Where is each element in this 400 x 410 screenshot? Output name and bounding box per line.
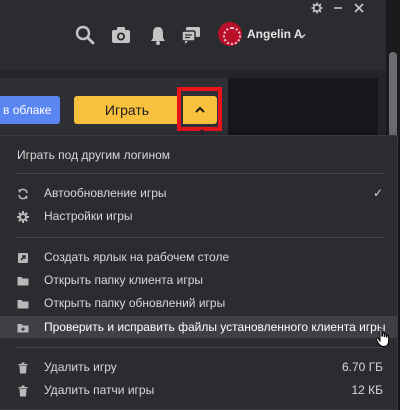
folder-icon <box>17 297 29 309</box>
trash-icon <box>17 361 29 374</box>
play-button[interactable]: Играть <box>74 96 180 124</box>
camera-icon[interactable] <box>110 24 132 46</box>
trash-icon <box>17 384 29 397</box>
menu-item-delete-patches[interactable]: Удалить патчи игры 12 КБ <box>0 379 397 401</box>
chat-icon[interactable] <box>180 24 202 46</box>
menu-item-label: Играть под другим логином <box>17 148 171 162</box>
menu-item-delete-game[interactable]: Удалить игру 6.70 ГБ <box>0 356 397 378</box>
menu-item-label: Настройки игры <box>44 209 133 223</box>
menu-item-label: Удалить игру <box>44 360 117 374</box>
menu-divider <box>15 173 383 174</box>
folder-icon <box>17 274 29 286</box>
menu-divider <box>15 347 383 348</box>
game-options-menu: Играть под другим логином Автообновление… <box>0 135 398 410</box>
window-settings-gear-icon[interactable] <box>310 2 324 16</box>
menu-item-label: Проверить и исправить файлы установленно… <box>44 320 386 334</box>
menu-item-create-shortcut[interactable]: Создать ярлык на рабочем столе <box>0 246 397 268</box>
menu-item-label: Открыть папку клиента игры <box>44 273 203 287</box>
game-size-value: 6.70 ГБ <box>341 360 383 374</box>
menu-item-play-other-login[interactable]: Играть под другим логином <box>0 144 397 166</box>
folder-check-icon <box>17 321 29 333</box>
hand-cursor-icon <box>375 328 391 348</box>
menu-item-open-client-folder[interactable]: Открыть папку клиента игры <box>0 269 397 291</box>
menu-divider <box>15 237 383 238</box>
checkmark-icon: ✓ <box>372 186 383 200</box>
menu-item-verify-files[interactable]: Проверить и исправить файлы установленно… <box>0 316 397 338</box>
scrollbar-thumb[interactable] <box>389 52 397 142</box>
menu-item-label: Автообновление игры <box>44 186 167 200</box>
shortcut-icon <box>17 251 29 263</box>
menu-item-label: Создать ярлык на рабочем столе <box>44 250 230 264</box>
menu-item-game-settings[interactable]: Настройки игры <box>0 205 397 227</box>
bell-icon[interactable] <box>147 24 169 46</box>
menu-item-auto-update[interactable]: Автообновление игры ✓ <box>0 182 397 204</box>
menu-item-label: Открыть папку обновлений игры <box>44 296 226 310</box>
search-icon[interactable] <box>74 24 96 46</box>
user-name[interactable]: Angelin A <box>247 27 303 41</box>
highlight-annotation <box>177 87 222 131</box>
window-minimize-icon[interactable] <box>331 0 345 14</box>
refresh-icon <box>17 187 29 200</box>
game-artwork <box>228 78 378 138</box>
cloud-play-button[interactable]: в облаке <box>0 96 60 124</box>
avatar[interactable] <box>218 22 242 46</box>
chevron-down-icon[interactable] <box>297 28 307 39</box>
patches-size-value: 12 КБ <box>351 383 383 397</box>
window-close-icon[interactable] <box>352 2 366 16</box>
menu-item-label: Удалить патчи игры <box>44 383 155 397</box>
menu-item-open-updates-folder[interactable]: Открыть папку обновлений игры <box>0 292 397 314</box>
gear-icon <box>17 210 29 223</box>
